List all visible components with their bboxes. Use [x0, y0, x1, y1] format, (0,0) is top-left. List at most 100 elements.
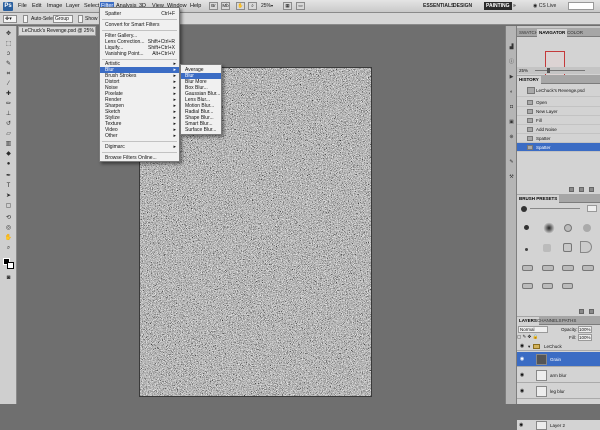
- 3d-orbit-tool-icon[interactable]: ◎: [3, 224, 14, 232]
- brush-preset-flat[interactable]: [543, 244, 551, 252]
- brush-preset-hard-round[interactable]: [524, 225, 529, 230]
- background-color-swatch[interactable]: [7, 262, 14, 269]
- layer-row[interactable]: ◉ leg blur: [517, 384, 600, 399]
- brush-preset-angle[interactable]: [580, 241, 592, 253]
- history-item[interactable]: Spatter: [517, 134, 600, 143]
- brush-size-icon[interactable]: [521, 206, 527, 212]
- tab-navigator[interactable]: NAVIGATOR: [537, 29, 568, 37]
- history-brush-tool-icon[interactable]: ↺: [3, 120, 14, 128]
- opacity-field[interactable]: 100%: [578, 326, 592, 333]
- workspace-design[interactable]: DESIGN: [453, 3, 472, 9]
- healing-brush-tool-icon[interactable]: ✚: [3, 90, 14, 98]
- histogram-icon[interactable]: ▟: [508, 44, 515, 51]
- layer-group-row[interactable]: ◉ ▾ LeChuck: [517, 342, 600, 351]
- masks-icon[interactable]: ◘: [508, 104, 515, 111]
- eraser-tool-icon[interactable]: ▱: [3, 130, 14, 138]
- adjustments-icon[interactable]: ◐: [508, 89, 515, 96]
- menu-layer[interactable]: Layer: [66, 3, 80, 9]
- master-diameter-slider[interactable]: [530, 208, 580, 209]
- tab-color[interactable]: COLOR: [565, 29, 585, 37]
- pen-tool-icon[interactable]: ✒: [3, 172, 14, 180]
- menu-edit[interactable]: Edit: [32, 3, 41, 9]
- brush-preset-wet[interactable]: [522, 283, 533, 289]
- clone-stamp-tool-icon[interactable]: ⊥: [3, 110, 14, 118]
- auto-select-checkbox[interactable]: [23, 15, 28, 23]
- brush-preset-pastel[interactable]: [562, 265, 574, 271]
- gradient-tool-icon[interactable]: ▥: [3, 140, 14, 148]
- cs-live[interactable]: ◉ CS Live: [533, 3, 556, 9]
- type-tool-icon[interactable]: T: [3, 182, 14, 190]
- brush-tool-icon[interactable]: ✏: [3, 100, 14, 108]
- tab-history[interactable]: HISTORY: [517, 76, 541, 84]
- eye-icon[interactable]: ◉: [519, 356, 525, 362]
- new-document-from-state-icon[interactable]: [569, 187, 574, 192]
- brush-preset-marker[interactable]: [522, 265, 533, 271]
- document-tab[interactable]: LeChuck's Revenge.psd @ 25% (Gra: [18, 26, 96, 36]
- menu-item-digimarc[interactable]: Digimarc ▸: [100, 144, 179, 150]
- history-snapshot[interactable]: LeChuck's Revenge.psd: [517, 84, 600, 97]
- path-select-tool-icon[interactable]: ➤: [3, 192, 14, 200]
- styles-icon[interactable]: ▣: [508, 119, 515, 126]
- move-tool-icon[interactable]: ✥: [3, 30, 14, 38]
- tab-paths[interactable]: PATHS: [560, 317, 578, 325]
- brush-preset-fan[interactable]: [563, 243, 572, 252]
- zoom-tool-icon[interactable]: ⌕: [3, 244, 14, 252]
- blend-mode-select[interactable]: Normal: [518, 326, 548, 333]
- brush-preset-chalk[interactable]: [542, 265, 554, 271]
- search-input[interactable]: [568, 2, 594, 10]
- tab-brush-presets[interactable]: BRUSH PRESETS: [517, 195, 560, 203]
- navigator-zoom-slider[interactable]: [535, 70, 585, 71]
- shape-tool-icon[interactable]: ▢: [3, 202, 14, 210]
- menu-item-browse-filters-online[interactable]: Browse Filters Online...: [100, 155, 179, 161]
- fill-field[interactable]: 100%: [578, 334, 592, 341]
- brush-preset-airbrush[interactable]: [564, 224, 572, 232]
- trash-icon[interactable]: [589, 309, 594, 314]
- eyedropper-tool-icon[interactable]: ⁄: [3, 80, 14, 88]
- info-icon[interactable]: ⓘ: [508, 59, 515, 66]
- layer-row-partial[interactable]: ◉ Layer 2: [517, 420, 600, 430]
- brush-preset-oil[interactable]: [542, 283, 553, 289]
- brush-size-field[interactable]: [587, 205, 597, 212]
- lock-icons[interactable]: ▢ ✎ ✥ 🔒: [517, 334, 543, 341]
- history-item[interactable]: Open: [517, 98, 600, 107]
- menu-item-last-filter[interactable]: Spatter Ctrl+F: [100, 11, 179, 17]
- screen-mode-icon[interactable]: ▭: [296, 2, 305, 10]
- workspace-painting[interactable]: PAINTING: [484, 2, 512, 10]
- blur-tool-icon[interactable]: ◆: [3, 150, 14, 158]
- mini-bridge-icon[interactable]: Mb: [221, 2, 230, 10]
- history-item[interactable]: Add Noise: [517, 125, 600, 134]
- auto-select-dropdown[interactable]: Group: [53, 15, 73, 23]
- clone-source-icon[interactable]: ⊕: [508, 134, 515, 141]
- hand-view-icon[interactable]: ✋: [236, 2, 245, 10]
- eye-icon[interactable]: ◉: [519, 422, 523, 428]
- move-tool-preset-icon[interactable]: ✥▾: [3, 15, 17, 23]
- eye-icon[interactable]: ◉: [519, 343, 525, 349]
- submenu-item-surface-blur[interactable]: Surface Blur...: [181, 127, 221, 133]
- actions-icon[interactable]: ▶: [508, 74, 515, 81]
- workspace-essentials[interactable]: ESSENTIALS: [423, 3, 454, 9]
- hand-tool-icon[interactable]: ✋: [3, 234, 14, 242]
- show-transform-checkbox[interactable]: [78, 15, 83, 23]
- bridge-icon[interactable]: Br: [209, 2, 218, 10]
- slider-handle[interactable]: [547, 68, 550, 73]
- crop-tool-icon[interactable]: ⌗: [3, 70, 14, 78]
- menu-file[interactable]: File: [18, 3, 27, 9]
- zoom-level[interactable]: 25%: [261, 3, 271, 9]
- menu-help[interactable]: Help: [190, 3, 201, 9]
- history-item[interactable]: Fill: [517, 116, 600, 125]
- brush-panel-icon[interactable]: ✎: [508, 159, 515, 166]
- workspace-chevron-icon[interactable]: »: [513, 3, 516, 9]
- quick-mask-icon[interactable]: ◙: [3, 274, 14, 282]
- menu-item-other[interactable]: Other ▸: [100, 133, 179, 139]
- marquee-tool-icon[interactable]: ⬚: [3, 40, 14, 48]
- history-item[interactable]: New Layer: [517, 107, 600, 116]
- brush-preset-watercolor[interactable]: [562, 283, 573, 289]
- navigator-zoom-value[interactable]: 25%: [519, 68, 528, 73]
- brush-preset-round-bristle[interactable]: [583, 224, 591, 232]
- history-item-current[interactable]: Spatter: [517, 143, 600, 152]
- menu-item-vanishing-point[interactable]: Vanishing Point... Alt+Ctrl+V: [100, 51, 179, 57]
- menu-item-convert-smart-filters[interactable]: Convert for Smart Filters: [100, 22, 179, 28]
- new-snapshot-icon[interactable]: [579, 187, 584, 192]
- eye-icon[interactable]: ◉: [519, 388, 525, 394]
- disclosure-triangle-icon[interactable]: ▾: [528, 342, 530, 351]
